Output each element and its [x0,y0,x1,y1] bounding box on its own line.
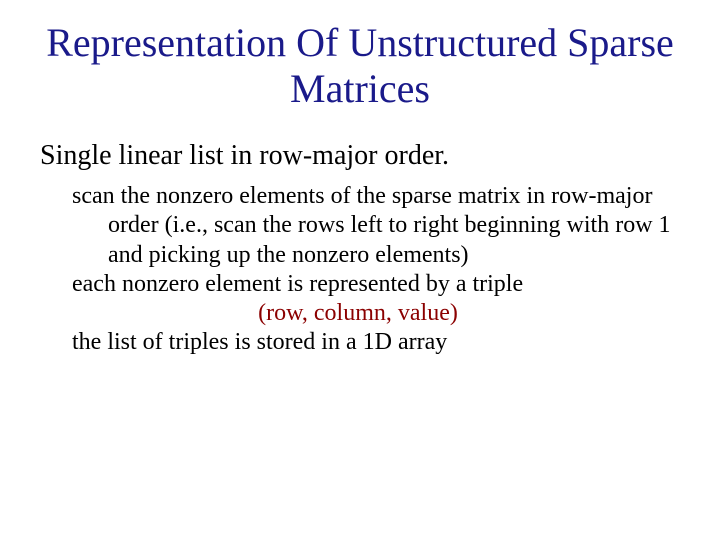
slide-title: Representation Of Unstructured Sparse Ma… [40,20,680,112]
triple-notation: (row, column, value) [36,299,680,328]
body-paragraph-2: each nonzero element is represented by a… [72,270,680,299]
slide-heading: Single linear list in row-major order. [40,140,680,172]
body-paragraph-3: the list of triples is stored in a 1D ar… [72,328,680,357]
body-paragraph-1: scan the nonzero elements of the sparse … [72,182,680,270]
slide-body: scan the nonzero elements of the sparse … [40,182,680,358]
